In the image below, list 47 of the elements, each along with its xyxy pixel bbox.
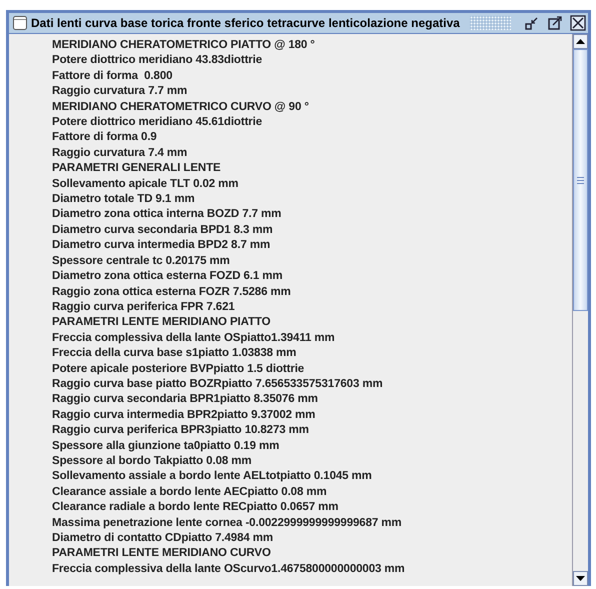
text-line: Raggio curva periferica FPR 7.621 xyxy=(52,300,236,315)
down-arrow-icon xyxy=(576,576,585,581)
maximize-icon[interactable] xyxy=(547,15,563,31)
vertical-scrollbar[interactable] xyxy=(572,34,588,586)
window-icon xyxy=(13,16,27,30)
window-title: Dati lenti curva base torica fronte sferico tetracurve lenticolazione negativa xyxy=(31,16,460,30)
text-line: PARAMETRI GENERALI LENTE xyxy=(52,161,222,176)
scroll-down-button[interactable] xyxy=(573,571,588,586)
text-line: PARAMETRI LENTE MERIDIANO CURVO xyxy=(52,546,272,562)
up-arrow-icon xyxy=(576,39,585,44)
text-line: Potere diottrico meridiano 43.83diottrie xyxy=(52,53,264,68)
text-line: Raggio curva secondaria BPR1piatto 8.35076 mm xyxy=(52,392,319,408)
text-line: Fattore di forma 0.9 xyxy=(52,130,158,146)
close-icon[interactable] xyxy=(570,15,586,31)
text-line: MERIDIANO CHERATOMETRICO CURVO @ 90 ° xyxy=(52,100,310,115)
text-line: Raggio curva periferica BPR3piatto 10.8273 mm xyxy=(52,423,310,438)
text-line: Freccia complessiva della lante OScurvo1.4675800000000003 mm xyxy=(52,562,406,577)
text-line: Diametro di contatto CDpiatto 7.4984 mm xyxy=(52,531,274,546)
text-line: Spessore alla giunzione ta0piatto 0.19 mm xyxy=(52,438,280,454)
text-line: Raggio curvatura 7.4 mm xyxy=(52,146,188,161)
text-line: Sollevamento apicale TLT 0.02 mm xyxy=(52,176,240,192)
text-line: Massima penetrazione lente cornea -0.0022999999999999687 mm xyxy=(52,516,403,531)
text-line: Raggio curva intermedia BPR2piatto 9.37002 mm xyxy=(52,408,316,423)
text-line: Fattore di forma 0.800 xyxy=(52,68,174,84)
text-line: Raggio zona ottica esterna FOZR 7.5286 mm xyxy=(52,284,292,300)
text-line: Sollevamento assiale a bordo lente AELtotpiatto 0.1045 mm xyxy=(52,469,373,484)
text-line: Raggio curvatura 7.7 mm xyxy=(52,84,188,100)
text-line: Spessore centrale tc 0.20175 mm xyxy=(52,254,231,269)
text-line: Raggio curva base piatto BOZRpiatto 7.656533575317603 mm xyxy=(52,376,384,392)
text-line: Clearance radiale a bordo lente RECpiatto 0.0657 mm xyxy=(52,500,340,516)
text-line: Diametro zona ottica interna BOZD 7.7 mm xyxy=(52,207,282,222)
text-line: Clearance assiale a bordo lente AECpiatto 0.08 mm xyxy=(52,484,328,500)
text-line: MERIDIANO CHERATOMETRICO PIATTO @ 180 ° xyxy=(52,38,316,53)
text-line: Freccia della curva base s1piatto 1.03838 mm xyxy=(52,346,298,362)
scroll-up-button[interactable] xyxy=(573,34,588,49)
title-bar-grip xyxy=(470,16,511,30)
text-line: PARAMETRI LENTE MERIDIANO PIATTO xyxy=(52,315,272,330)
text-line: Diametro curva intermedia BPD2 8.7 mm xyxy=(52,238,272,254)
text-line: Freccia complessiva della lante OSpiatto1.39411 mm xyxy=(52,330,336,346)
scroll-thumb[interactable] xyxy=(573,49,588,311)
text-line: Potere apicale posteriore BVPpiatto 1.5 diottrie xyxy=(52,362,306,377)
text-line: Diametro totale TD 9.1 mm xyxy=(52,192,196,208)
text-line: Spessore al bordo Takpiatto 0.08 mm xyxy=(52,454,253,469)
text-line: Diametro curva secondaria BPD1 8.3 mm xyxy=(52,222,274,238)
text-line: Potere diottrico meridiano 45.61diottrie xyxy=(52,115,264,130)
text-line: Diametro zona ottica esterna FOZD 6.1 mm xyxy=(52,269,284,284)
minimize-icon[interactable] xyxy=(524,15,540,31)
